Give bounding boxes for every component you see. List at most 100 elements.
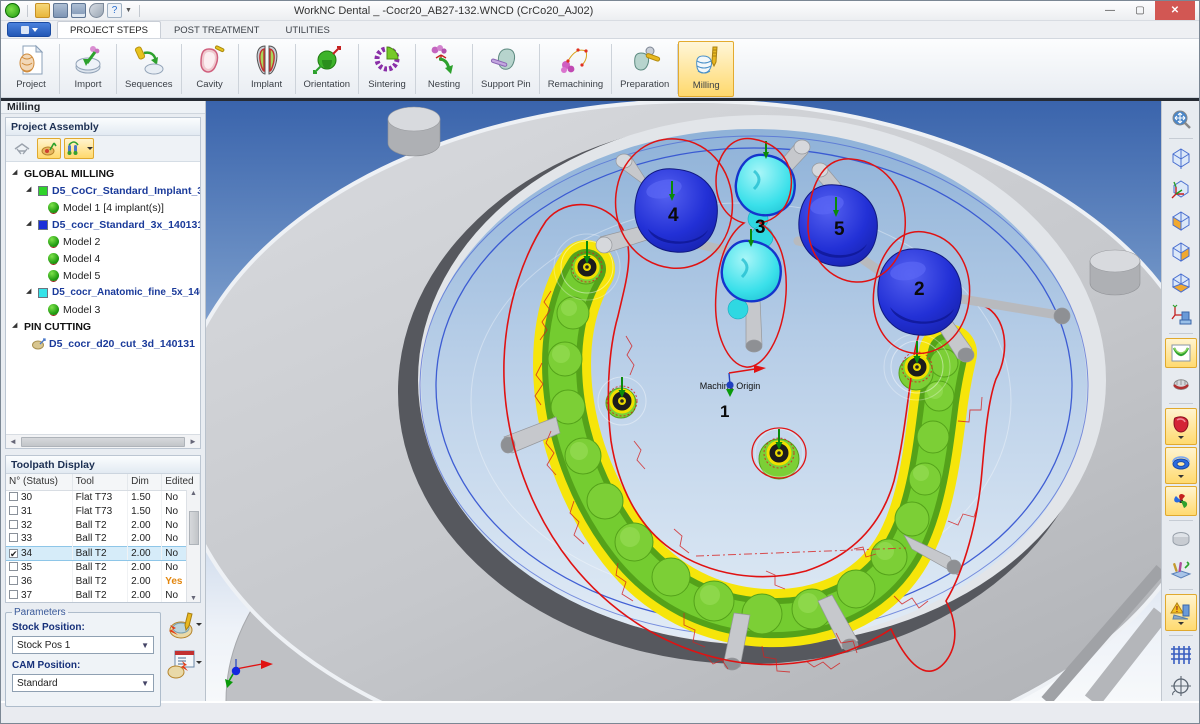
- show-arch-button-active[interactable]: [1165, 338, 1197, 367]
- edit-pins-button[interactable]: [1165, 556, 1197, 585]
- row-checkbox[interactable]: [9, 506, 18, 515]
- toolbar-item-support-pin[interactable]: Support Pin: [473, 41, 539, 97]
- iso-view-button[interactable]: [1165, 143, 1197, 172]
- show-part-button-active[interactable]: [1165, 408, 1197, 445]
- 3d-viewport[interactable]: 4 3 5 2 Machine Origin 1: [206, 101, 1161, 701]
- toolbar-item-implant[interactable]: Implant: [239, 41, 295, 97]
- app-menu-button[interactable]: [7, 22, 51, 37]
- toolbar-item-cavity[interactable]: Cavity: [182, 41, 238, 97]
- tree-item-model-3[interactable]: Model 3: [6, 301, 200, 318]
- cyan-crown-bottom: [722, 241, 781, 301]
- grid-toggle-button[interactable]: [1165, 640, 1197, 669]
- open-folder-icon[interactable]: [35, 3, 50, 18]
- denture-icon: [1170, 373, 1192, 395]
- batch-list-button[interactable]: [166, 649, 196, 679]
- tree-item-seq-standard[interactable]: D5_cocr_Standard_3x_140131: [6, 216, 200, 233]
- row-checkbox[interactable]: [9, 520, 18, 529]
- row-checkbox[interactable]: [9, 590, 18, 599]
- milling-mode-button[interactable]: [37, 138, 61, 159]
- toolbar-item-sintering[interactable]: Sintering: [359, 41, 415, 97]
- tree-item-model-4[interactable]: Model 4: [6, 250, 200, 267]
- show-blank-button[interactable]: [1165, 525, 1197, 554]
- col-tool[interactable]: Tool: [72, 474, 127, 490]
- close-button[interactable]: ✕: [1155, 1, 1195, 20]
- col-num-status[interactable]: N° (Status): [6, 474, 72, 490]
- pin-tools-button[interactable]: [64, 138, 94, 159]
- toolbar-item-milling-active[interactable]: Milling: [678, 41, 734, 97]
- expander-icon[interactable]: [12, 322, 21, 331]
- tab-utilities[interactable]: UTILITIES: [272, 21, 342, 38]
- minimize-button[interactable]: —: [1095, 1, 1125, 20]
- show-toolpath-button-active[interactable]: [1165, 486, 1197, 515]
- table-vertical-scrollbar[interactable]: ▲▼: [186, 490, 200, 602]
- show-model-button[interactable]: [1165, 370, 1197, 399]
- grid-icon: [1170, 644, 1192, 666]
- tree-item-global-milling[interactable]: GLOBAL MILLING: [6, 165, 200, 182]
- toolpath-row-35[interactable]: 35Ball T22.00No: [6, 560, 200, 574]
- save-icon[interactable]: [53, 3, 68, 18]
- stock-position-select[interactable]: Stock Pos 1▼: [12, 636, 154, 654]
- locating-pin: [1090, 250, 1140, 295]
- scroll-left-icon[interactable]: ◄: [6, 437, 20, 446]
- row-checkbox[interactable]: [9, 492, 18, 501]
- row-checkbox[interactable]: [9, 533, 18, 542]
- maximize-button[interactable]: ▢: [1125, 1, 1155, 20]
- tree-item-seq-anatomic[interactable]: D5_cocr_Anatomic_fine_5x_140131: [6, 284, 200, 301]
- toolbar-item-preparation[interactable]: Preparation: [612, 41, 677, 97]
- expander-icon[interactable]: [26, 186, 35, 195]
- project-icon: [14, 43, 48, 77]
- zoom-pan-button[interactable]: [1165, 105, 1197, 134]
- tree-item-pin-cutting[interactable]: PIN CUTTING: [6, 318, 200, 335]
- tree-item-seq-implant[interactable]: D5_CoCr_Standard_Implant_3x: [6, 182, 200, 199]
- save-as-icon[interactable]: [71, 3, 86, 18]
- collision-check-button-active[interactable]: !: [1165, 594, 1197, 631]
- toolpath-row-36[interactable]: 36Ball T22.00Yes: [6, 574, 200, 588]
- col-dim[interactable]: Dim: [128, 474, 162, 490]
- expander-icon[interactable]: [12, 169, 21, 178]
- tree-item-model-5[interactable]: Model 5: [6, 267, 200, 284]
- col-edited[interactable]: Edited: [162, 474, 200, 490]
- tab-post-treatment[interactable]: POST TREATMENT: [161, 21, 273, 38]
- machining-scene: 4 3 5 2 Machine Origin 1: [206, 101, 1161, 701]
- qat-dropdown-icon[interactable]: ▼: [125, 7, 132, 14]
- compute-toolpath-button[interactable]: [166, 611, 196, 641]
- toolbar-item-nesting[interactable]: Nesting: [416, 41, 472, 97]
- side-view-button[interactable]: [1165, 237, 1197, 266]
- scroll-down-icon[interactable]: ▼: [190, 595, 197, 602]
- show-stock-button-active[interactable]: [1165, 447, 1197, 484]
- row-checkbox[interactable]: [9, 576, 18, 585]
- toolpath-row-32[interactable]: 32Ball T22.00No: [6, 518, 200, 532]
- scrollbar-thumb[interactable]: [189, 511, 199, 545]
- settings-wrench-icon[interactable]: [89, 3, 104, 18]
- view-filter-button[interactable]: [10, 138, 34, 159]
- toolbar-item-sequences[interactable]: Sequences: [117, 41, 181, 97]
- machine-view-button[interactable]: [1165, 300, 1197, 329]
- cam-position-select[interactable]: Standard▼: [12, 674, 154, 692]
- toolbar-item-orientation[interactable]: Orientation: [296, 41, 358, 97]
- toolbar-item-import[interactable]: Import: [60, 41, 116, 97]
- tree-item-model-2[interactable]: Model 2: [6, 233, 200, 250]
- toolpath-row-30[interactable]: 30Flat T731.50No: [6, 490, 200, 504]
- front-view-button[interactable]: [1165, 206, 1197, 235]
- tab-project-steps[interactable]: PROJECT STEPS: [57, 21, 161, 38]
- origin-toggle-button[interactable]: [1165, 672, 1197, 701]
- expander-icon[interactable]: [26, 220, 35, 229]
- bottom-view-button[interactable]: [1165, 269, 1197, 298]
- tree-horizontal-scrollbar[interactable]: ◄ ►: [6, 434, 200, 448]
- help-icon[interactable]: ?: [107, 3, 122, 18]
- toolbar-item-remachining[interactable]: Remachining: [540, 41, 611, 97]
- row-checkbox-checked[interactable]: ✔: [9, 549, 18, 558]
- scroll-up-icon[interactable]: ▲: [190, 490, 197, 497]
- toolbar-item-project[interactable]: Project: [3, 41, 59, 97]
- tree-item-pin-seq[interactable]: D5_cocr_d20_cut_3d_140131: [6, 335, 200, 352]
- expander-icon[interactable]: [26, 288, 35, 297]
- scrollbar-thumb[interactable]: [21, 437, 185, 447]
- toolpath-row-37[interactable]: 37Ball T22.00No: [6, 588, 200, 602]
- axes-view-button[interactable]: [1165, 175, 1197, 204]
- toolpath-row-33[interactable]: 33Ball T22.00No: [6, 532, 200, 546]
- tree-item-model-1[interactable]: Model 1 [4 implant(s)]: [6, 199, 200, 216]
- toolpath-row-31[interactable]: 31Flat T731.50No: [6, 504, 200, 518]
- row-checkbox[interactable]: [9, 562, 18, 571]
- toolpath-row-34-selected[interactable]: ✔34Ball T22.00No: [6, 546, 200, 560]
- scroll-right-icon[interactable]: ►: [186, 437, 200, 446]
